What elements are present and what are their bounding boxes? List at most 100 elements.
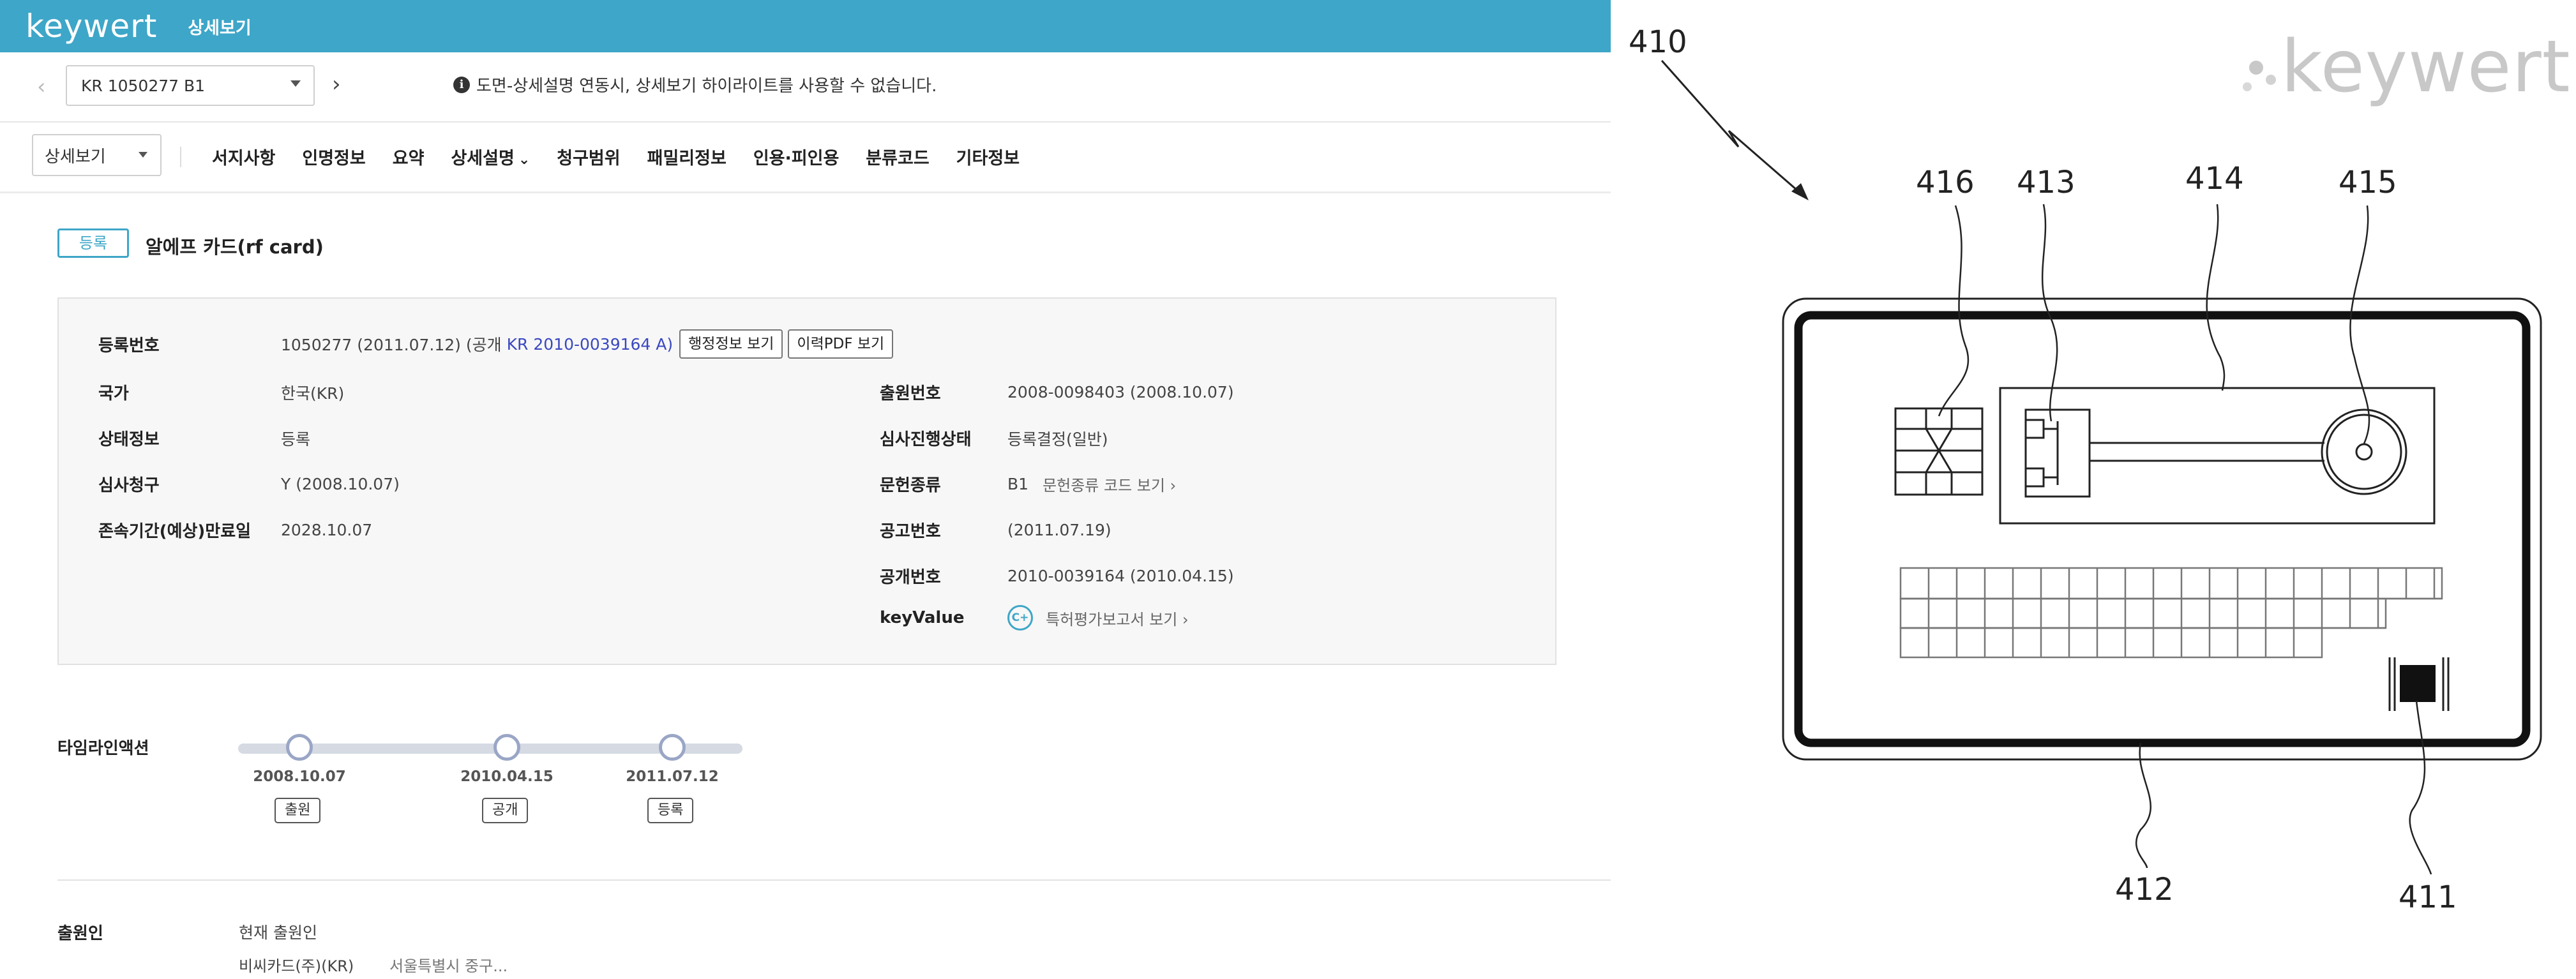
applicant-address: 서울특별시 중구... bbox=[389, 957, 508, 975]
element-411 bbox=[2388, 657, 2450, 711]
chip-contact-416 bbox=[1894, 407, 1984, 496]
timeline-date-filing: 2008.10.07 bbox=[253, 768, 346, 785]
app-no-label: 출원번호 bbox=[880, 384, 941, 403]
tab-description-label: 상세설명 bbox=[451, 149, 515, 168]
keyvalue-grade-badge: C+ bbox=[1007, 605, 1033, 631]
evaluation-report-link[interactable]: 특허평가보고서 보기 › bbox=[1046, 607, 1189, 629]
tab-description[interactable]: 상세설명 ⌄ bbox=[451, 144, 530, 169]
leader-415 bbox=[2349, 205, 2370, 444]
tab-classification[interactable]: 분류코드 bbox=[866, 144, 929, 169]
divider bbox=[180, 147, 181, 167]
timeline-node-registration[interactable] bbox=[659, 734, 686, 761]
notice-text: 도면-상세설명 연동시, 상세보기 하이라이트를 사용할 수 없습니다. bbox=[476, 77, 937, 96]
bibliography-box: 등록번호 1050277 (2011.07.12) (공개 KR 2010-00… bbox=[57, 297, 1556, 665]
tab-persons[interactable]: 인명정보 bbox=[302, 144, 365, 169]
expire-row: 존속기간(예상)만료일 2028.10.07 bbox=[98, 518, 372, 542]
leader-414 bbox=[2206, 204, 2226, 391]
detail-pane: keywert 상세보기 ‹ KR 1050277 B1 › i 도면-상세설명… bbox=[0, 0, 1611, 979]
app-no-value: 2008-0098403 (2008.10.07) bbox=[1007, 383, 1234, 401]
publication-link[interactable]: KR 2010-0039164 A) bbox=[507, 335, 674, 354]
document-title: 알에프 카드(rf card) bbox=[146, 236, 324, 258]
doc-type-value: B1 bbox=[1007, 475, 1029, 493]
chevron-left-icon[interactable]: ‹ bbox=[37, 74, 46, 100]
antenna-415 bbox=[2321, 408, 2407, 495]
caret-down-icon bbox=[139, 152, 147, 158]
history-pdf-button[interactable]: 이력PDF 보기 bbox=[788, 329, 894, 359]
leader-416 bbox=[1938, 205, 1970, 417]
pub-no-label: 공개번호 bbox=[880, 568, 941, 587]
status-badge: 등록 bbox=[57, 228, 129, 258]
exam-row: 심사청구 Y (2008.10.07) bbox=[98, 472, 400, 496]
tab-list: 서지사항 인명정보 요약 상세설명 ⌄ 청구범위 패밀리정보 인용·피인용 분류코… bbox=[212, 144, 1046, 169]
notice-no-value: (2011.07.19) bbox=[1007, 521, 1111, 539]
admin-info-button[interactable]: 행정정보 보기 bbox=[679, 329, 783, 359]
pub-no-value: 2010-0039164 (2010.04.15) bbox=[1007, 567, 1234, 585]
leader-411 bbox=[2409, 700, 2432, 875]
highlight-notice: i 도면-상세설명 연동시, 상세보기 하이라이트를 사용할 수 없습니다. bbox=[453, 73, 937, 96]
applicant-label: 출원인 bbox=[57, 924, 103, 943]
timeline-tag-filing[interactable]: 출원 bbox=[275, 798, 321, 823]
keywert-logo[interactable]: keywert bbox=[26, 8, 157, 45]
current-applicant-label: 현재 출원인 bbox=[239, 923, 317, 942]
ref-415: 415 bbox=[2339, 165, 2397, 200]
app-no-row: 출원번호 2008-0098403 (2008.10.07) bbox=[880, 380, 1234, 404]
timeline-date-publication: 2010.04.15 bbox=[460, 768, 554, 785]
state-row: 상태정보 등록 bbox=[98, 426, 310, 450]
view-mode-select[interactable]: 상세보기 bbox=[32, 134, 162, 176]
ref-414: 414 bbox=[2185, 161, 2244, 197]
applicant-name[interactable]: 비씨카드(주)(KR) bbox=[239, 953, 354, 976]
document-nav: ‹ KR 1050277 B1 › i 도면-상세설명 연동시, 상세보기 하이… bbox=[0, 52, 1611, 123]
ref-413: 413 bbox=[2017, 165, 2075, 200]
page-title: 상세보기 bbox=[188, 18, 252, 38]
view-mode-label: 상세보기 bbox=[45, 147, 106, 167]
info-icon: i bbox=[453, 76, 470, 93]
rf-card-drawing bbox=[1661, 60, 2542, 875]
screen: keywert 상세보기 ‹ KR 1050277 B1 › i 도면-상세설명… bbox=[0, 0, 2576, 979]
document-number-select[interactable]: KR 1050277 B1 bbox=[66, 65, 315, 106]
exam-label: 심사청구 bbox=[98, 476, 160, 495]
reg-no-label: 등록번호 bbox=[98, 336, 160, 355]
tab-other[interactable]: 기타정보 bbox=[956, 144, 1020, 169]
timeline-tag-publication[interactable]: 공개 bbox=[482, 798, 529, 823]
tab-claims[interactable]: 청구범위 bbox=[557, 144, 620, 169]
timeline-node-filing[interactable] bbox=[286, 734, 313, 761]
timeline-tag-registration[interactable]: 등록 bbox=[647, 798, 694, 823]
reg-no-row: 등록번호 1050277 (2011.07.12) (공개 KR 2010-00… bbox=[98, 329, 894, 359]
module-414 bbox=[1999, 387, 2436, 525]
document-number: KR 1050277 B1 bbox=[81, 76, 206, 95]
state-label: 상태정보 bbox=[98, 430, 160, 449]
timeline-date-registration: 2011.07.12 bbox=[626, 768, 719, 785]
reg-no-value: 1050277 (2011.07.12) (공개 bbox=[281, 336, 502, 354]
exam-status-row: 심사진행상태 등록결정(일반) bbox=[880, 426, 1108, 450]
reference-leaders bbox=[1938, 204, 2432, 875]
pub-no-row: 공개번호 2010-0039164 (2010.04.15) bbox=[880, 564, 1234, 588]
timeline-label: 타임라인액션 bbox=[57, 739, 149, 758]
arrow-410-icon bbox=[1791, 183, 1809, 200]
divider bbox=[57, 879, 1611, 881]
drawing-pane: keywert 410 416 413 414 415 412 411 bbox=[1611, 0, 2576, 979]
chevron-right-icon[interactable]: › bbox=[332, 71, 341, 97]
doc-type-row: 문헌종류 B1 문헌종류 코드 보기 › bbox=[880, 472, 1176, 496]
notice-no-row: 공고번호 (2011.07.19) bbox=[880, 518, 1111, 542]
number-grid bbox=[1899, 567, 2443, 659]
expire-label: 존속기간(예상)만료일 bbox=[98, 522, 252, 541]
country-label: 국가 bbox=[98, 384, 129, 403]
tab-citations[interactable]: 인용·피인용 bbox=[753, 144, 839, 169]
notice-no-label: 공고번호 bbox=[880, 522, 941, 541]
leader-412 bbox=[2135, 742, 2151, 869]
doc-type-code-link[interactable]: 문헌종류 코드 보기 › bbox=[1043, 473, 1176, 495]
tab-bibliography[interactable]: 서지사항 bbox=[212, 144, 275, 169]
exam-status-value: 등록결정(일반) bbox=[1007, 430, 1108, 449]
timeline-node-publication[interactable] bbox=[493, 734, 520, 761]
ref-416: 416 bbox=[1916, 165, 1975, 200]
top-bar: keywert 상세보기 bbox=[0, 0, 1611, 52]
state-value: 등록 bbox=[281, 430, 311, 449]
keyvalue-label: keyValue bbox=[880, 608, 965, 627]
country-value: 한국(KR) bbox=[281, 384, 345, 403]
tab-family[interactable]: 패밀리정보 bbox=[647, 144, 727, 169]
tab-abstract[interactable]: 요약 bbox=[393, 144, 425, 169]
exam-status-label: 심사진행상태 bbox=[880, 430, 972, 449]
caret-down-icon bbox=[290, 80, 301, 87]
ref-411: 411 bbox=[2399, 879, 2457, 915]
exam-value: Y (2008.10.07) bbox=[281, 475, 400, 493]
